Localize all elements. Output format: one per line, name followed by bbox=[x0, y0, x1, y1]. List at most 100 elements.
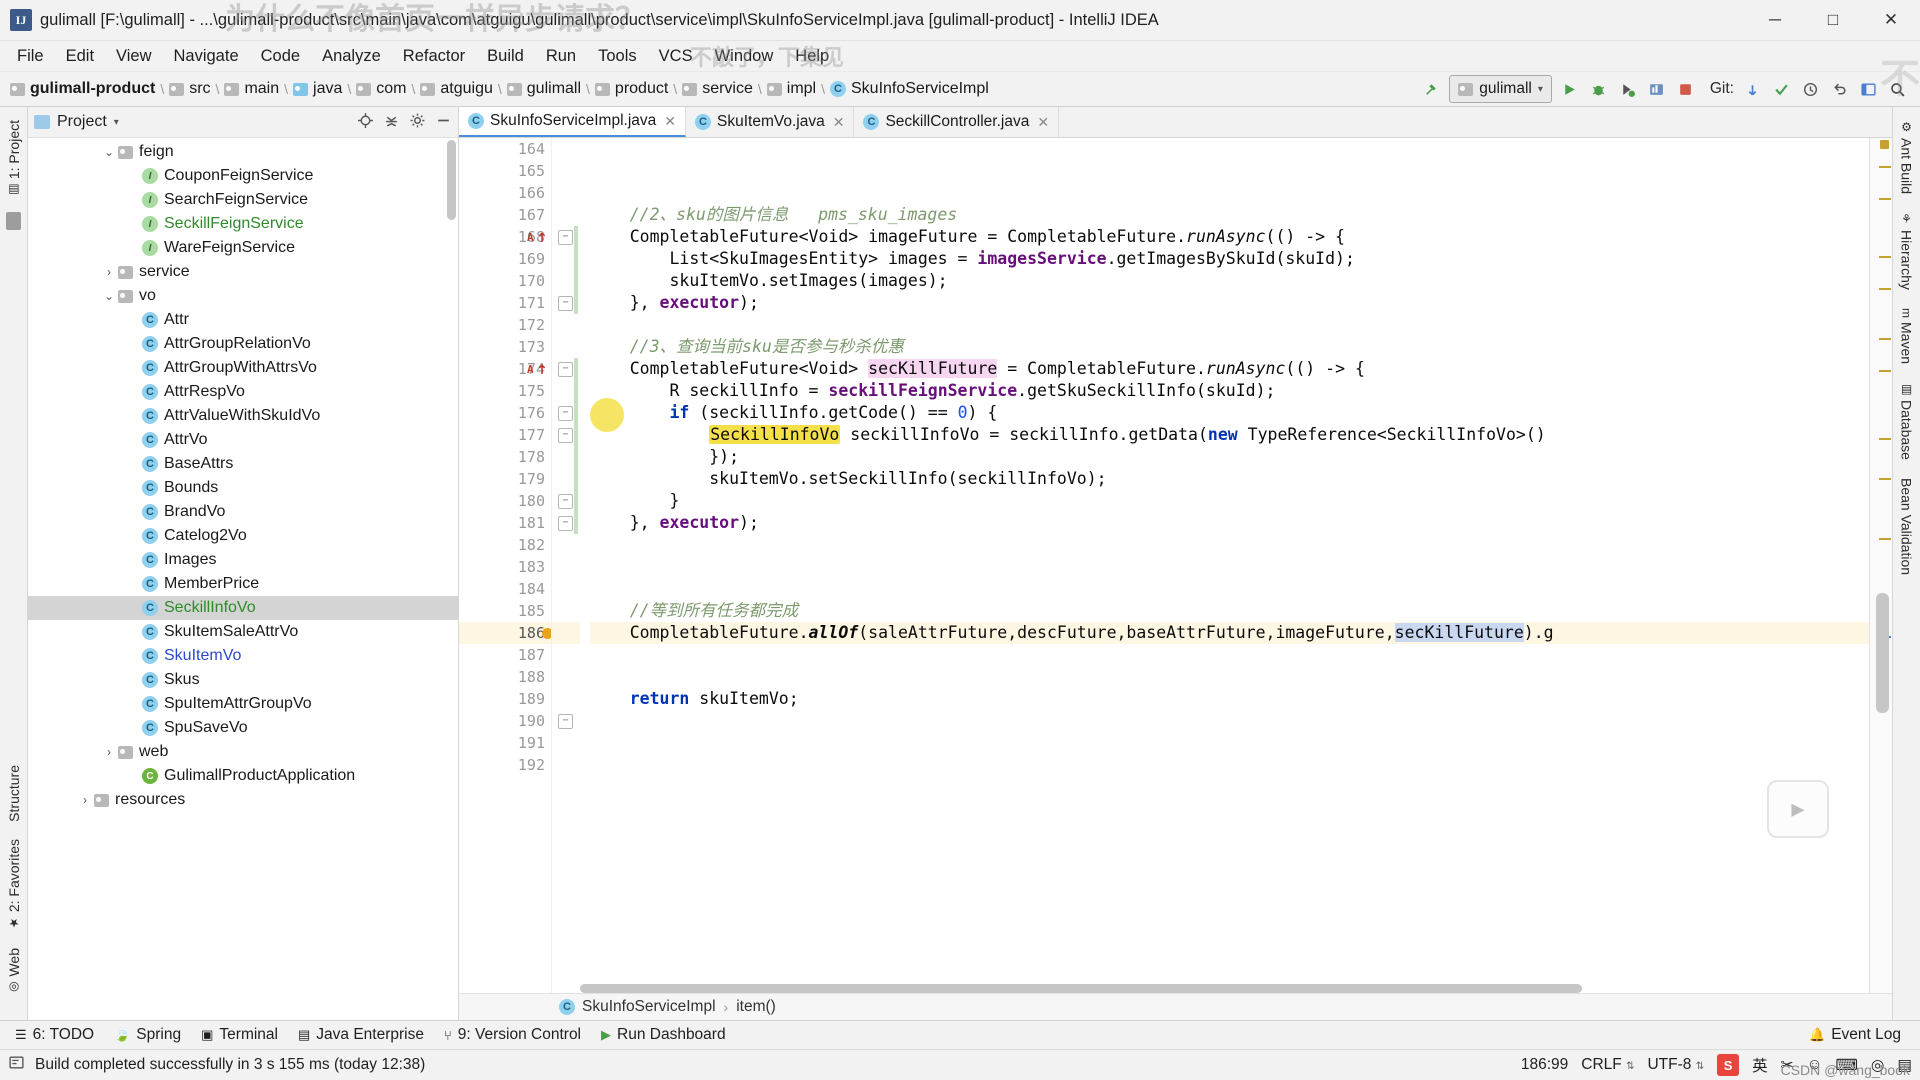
gutter-line-166[interactable]: 166 bbox=[459, 182, 551, 204]
code-line-191[interactable] bbox=[590, 732, 1869, 754]
code-line-170[interactable]: skuItemVo.setImages(images); bbox=[590, 270, 1869, 292]
breadcrumb-item-src[interactable]: src bbox=[165, 78, 214, 100]
tree-item-vo[interactable]: ⌄ vo bbox=[28, 284, 458, 308]
code-line-186[interactable]: CompletableFuture.allOf(saleAttrFuture,d… bbox=[590, 622, 1869, 644]
close-icon[interactable]: ✕ bbox=[1037, 114, 1049, 131]
editor-marker-column[interactable] bbox=[1869, 138, 1892, 993]
gutter-line-177[interactable]: 177 bbox=[459, 424, 551, 446]
inspection-status-indicator[interactable] bbox=[1880, 140, 1889, 149]
gutter-line-171[interactable]: 171 bbox=[459, 292, 551, 314]
chevron-down-icon[interactable]: ⌄ bbox=[100, 289, 118, 303]
gutter-line-165[interactable]: 165 bbox=[459, 160, 551, 182]
tree-item-attrgrouprelationvo[interactable]: C AttrGroupRelationVo bbox=[28, 332, 458, 356]
bottom-tab-terminal[interactable]: ▣ Terminal bbox=[192, 1023, 287, 1047]
menu-item-vcs[interactable]: VCS bbox=[648, 43, 704, 70]
gutter-line-179[interactable]: 179 bbox=[459, 468, 551, 490]
breadcrumb-item-service[interactable]: service bbox=[678, 78, 757, 100]
fold-minus-icon[interactable]: − bbox=[558, 428, 573, 443]
bottom-tab-6-todo[interactable]: ☰ 6: TODO bbox=[6, 1023, 103, 1047]
tree-item-attrrespvo[interactable]: C AttrRespVo bbox=[28, 380, 458, 404]
tree-item-web[interactable]: › web bbox=[28, 740, 458, 764]
search-icon[interactable] bbox=[1886, 78, 1908, 100]
rail-item-bean-validation[interactable]: Bean Validation bbox=[1896, 469, 1918, 584]
fold-minus-icon[interactable]: − bbox=[558, 494, 573, 509]
run-configuration-selector[interactable]: gulimall ▾ bbox=[1449, 75, 1552, 103]
code-line-178[interactable]: }); bbox=[590, 446, 1869, 468]
menu-item-help[interactable]: Help bbox=[784, 43, 840, 70]
rollback-icon[interactable] bbox=[1828, 78, 1850, 100]
fold-minus-icon[interactable]: − bbox=[558, 516, 573, 531]
gutter-line-172[interactable]: 172 bbox=[459, 314, 551, 336]
editor-breadcrumb-class[interactable]: SkuInfoServiceImpl bbox=[582, 998, 716, 1016]
chevron-right-icon[interactable]: › bbox=[100, 265, 118, 279]
scroll-from-source-icon[interactable] bbox=[357, 112, 374, 133]
breadcrumb-item-gulimall-product[interactable]: gulimall-product bbox=[6, 78, 159, 100]
tree-item-spuitemattrgroupvo[interactable]: C SpuItemAttrGroupVo bbox=[28, 692, 458, 716]
code-line-164[interactable] bbox=[590, 138, 1869, 160]
breadcrumb-item-main[interactable]: main bbox=[220, 78, 283, 100]
tree-item-attrvaluewithskuidvo[interactable]: C AttrValueWithSkuIdVo bbox=[28, 404, 458, 428]
marker-stripe[interactable] bbox=[1879, 256, 1891, 258]
tree-item-attrgroupwithattrsvo[interactable]: C AttrGroupWithAttrsVo bbox=[28, 356, 458, 380]
code-line-168[interactable]: CompletableFuture<Void> imageFuture = Co… bbox=[590, 226, 1869, 248]
event-log-button[interactable]: 🔔 Event Log bbox=[1800, 1023, 1910, 1047]
code-line-176[interactable]: if (seckillInfo.getCode() == 0) { bbox=[590, 402, 1869, 424]
maximize-button[interactable]: □ bbox=[1804, 0, 1862, 40]
marker-stripe[interactable] bbox=[1879, 478, 1891, 480]
code-line-189[interactable]: return skuItemVo; bbox=[590, 688, 1869, 710]
code-line-188[interactable] bbox=[590, 666, 1869, 688]
update-project-icon[interactable] bbox=[1741, 78, 1763, 100]
breadcrumb-item-product[interactable]: product bbox=[591, 78, 672, 100]
editor-code-text[interactable]: //2、sku的图片信息 pms_sku_images CompletableF… bbox=[580, 138, 1869, 776]
editor-code-scroll[interactable]: //2、sku的图片信息 pms_sku_images CompletableF… bbox=[580, 138, 1869, 993]
scrollbar-thumb[interactable] bbox=[580, 984, 1583, 993]
menu-item-file[interactable]: File bbox=[6, 43, 55, 70]
annotate-override-icon[interactable]: A bbox=[527, 361, 549, 380]
caret-position[interactable]: 186:99 bbox=[1521, 1056, 1568, 1074]
gutter-line-164[interactable]: 164 bbox=[459, 138, 551, 160]
bottom-tab-9-version-control[interactable]: ⑂ 9: Version Control bbox=[435, 1023, 590, 1047]
menu-item-window[interactable]: Window bbox=[704, 43, 785, 70]
gutter-line-167[interactable]: 167 bbox=[459, 204, 551, 226]
tree-item-searchfeignservice[interactable]: I SearchFeignService bbox=[28, 188, 458, 212]
code-line-171[interactable]: }, executor); bbox=[590, 292, 1869, 314]
tree-item-couponfeignservice[interactable]: I CouponFeignService bbox=[28, 164, 458, 188]
gutter-line-170[interactable]: 170 bbox=[459, 270, 551, 292]
tree-item-seckillfeignservice[interactable]: I SeckillFeignService bbox=[28, 212, 458, 236]
marker-stripe[interactable] bbox=[1879, 438, 1891, 440]
menu-item-navigate[interactable]: Navigate bbox=[163, 43, 250, 70]
editor-tab-seckillcontroller-java[interactable]: C SeckillController.java ✕ bbox=[854, 107, 1060, 137]
marker-stripe[interactable] bbox=[1879, 288, 1891, 290]
tree-item-bounds[interactable]: C Bounds bbox=[28, 476, 458, 500]
fold-cell-190[interactable]: − bbox=[552, 710, 580, 732]
gutter-line-187[interactable]: 187 bbox=[459, 644, 551, 666]
hide-icon[interactable] bbox=[435, 112, 452, 133]
run-icon[interactable] bbox=[1559, 78, 1581, 100]
sogou-icon[interactable]: S bbox=[1717, 1054, 1740, 1076]
breadcrumb-item-skuinfoserviceimpl[interactable]: C SkuInfoServiceImpl bbox=[826, 78, 993, 100]
commit-icon[interactable] bbox=[1770, 78, 1792, 100]
breadcrumb-item-atguigu[interactable]: atguigu bbox=[416, 78, 497, 100]
gutter-line-183[interactable]: 183 bbox=[459, 556, 551, 578]
ime-language[interactable]: 英 bbox=[1752, 1054, 1768, 1076]
tree-item-attrvo[interactable]: C AttrVo bbox=[28, 428, 458, 452]
menu-item-edit[interactable]: Edit bbox=[55, 43, 105, 70]
annotate-override-icon[interactable]: A bbox=[527, 229, 549, 248]
code-line-185[interactable]: //等到所有任务都完成 bbox=[590, 600, 1869, 622]
code-line-166[interactable] bbox=[590, 182, 1869, 204]
close-button[interactable]: ✕ bbox=[1862, 0, 1920, 40]
collapse-all-icon[interactable] bbox=[383, 112, 400, 133]
debug-icon[interactable] bbox=[1588, 78, 1610, 100]
marker-stripe[interactable] bbox=[1879, 166, 1891, 168]
line-separator[interactable]: CRLF ⇅ bbox=[1581, 1056, 1634, 1074]
layout-icon[interactable] bbox=[1857, 78, 1879, 100]
editor-horizontal-scrollbar[interactable] bbox=[580, 984, 1865, 993]
tree-item-memberprice[interactable]: C MemberPrice bbox=[28, 572, 458, 596]
tree-item-images[interactable]: C Images bbox=[28, 548, 458, 572]
breadcrumb-item-impl[interactable]: impl bbox=[763, 78, 820, 100]
tree-item-attr[interactable]: C Attr bbox=[28, 308, 458, 332]
bottom-tab-java-enterprise[interactable]: ▤ Java Enterprise bbox=[289, 1023, 433, 1047]
tree-item-skuitemvo[interactable]: C SkuItemVo bbox=[28, 644, 458, 668]
tree-item-skuitemsaleattrvo[interactable]: C SkuItemSaleAttrVo bbox=[28, 620, 458, 644]
project-tree-scrollbar[interactable] bbox=[447, 140, 456, 220]
